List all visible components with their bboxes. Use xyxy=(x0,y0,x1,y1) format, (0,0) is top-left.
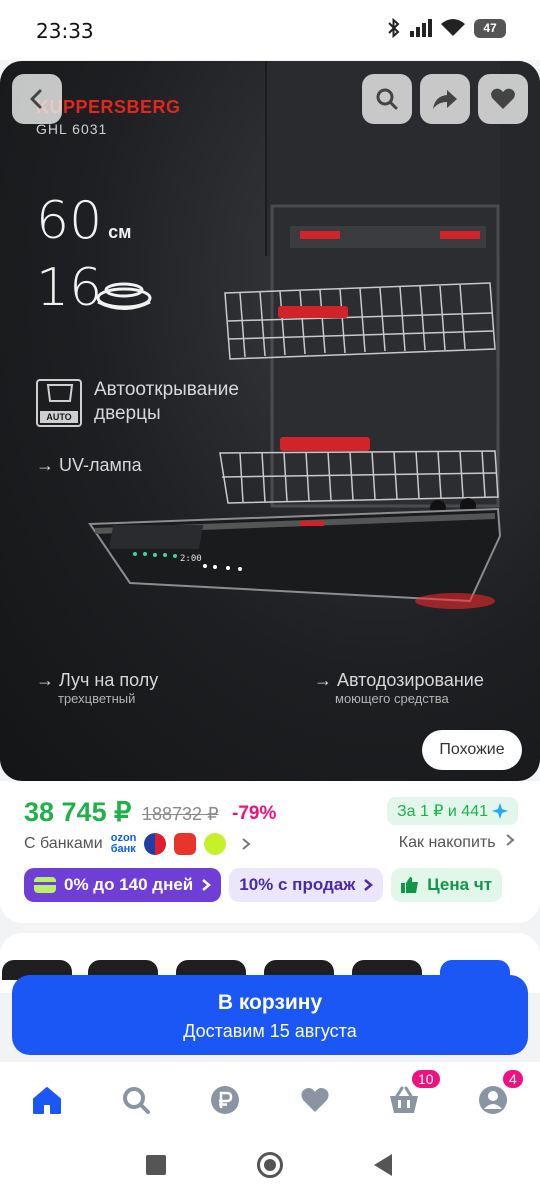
system-nav-bar xyxy=(0,1134,540,1200)
feature-auto-door-line1: Автооткрывание xyxy=(94,379,239,400)
svg-text:2:00: 2:00 xyxy=(180,554,202,564)
back-nav-icon[interactable] xyxy=(372,1153,394,1177)
product-image[interactable]: 2:00 KUPPERSBERG GHL 6031 60 см 16 AUTO … xyxy=(0,61,540,781)
product-screen: 23:33 47 2:00 KUPPERSBERG GHL 6031 60 см… xyxy=(0,0,540,1200)
tab-favorites[interactable] xyxy=(295,1080,335,1120)
ozon-bank-line2: банк xyxy=(110,843,136,855)
card-icon xyxy=(34,877,56,893)
home-nav-icon[interactable] xyxy=(256,1151,284,1179)
status-time: 23:33 xyxy=(36,19,94,43)
tab-profile[interactable]: 4 xyxy=(473,1068,525,1120)
offer-chips: 0% до 140 дней 10% с продаж Цена чт xyxy=(24,868,503,902)
spec-width-unit: см xyxy=(108,222,132,242)
chevron-right-icon xyxy=(506,834,515,846)
home-icon xyxy=(33,1087,61,1114)
feature-floor-beam: → Луч на полу xyxy=(36,670,159,690)
tab-cart[interactable]: 10 xyxy=(384,1068,442,1120)
status-bar: 23:33 47 xyxy=(0,0,540,60)
share-icon xyxy=(433,90,457,109)
ruble-icon xyxy=(211,1086,239,1114)
chevron-right-icon xyxy=(202,879,212,891)
feature-autodose-sub: моющего средства xyxy=(335,691,449,706)
signal-icon xyxy=(410,19,432,37)
discount-badge: -79% xyxy=(232,803,277,824)
auto-door-icon: AUTO xyxy=(36,379,82,427)
sales-cashback-chip[interactable]: 10% с продаж xyxy=(229,868,384,902)
banks-label: С банками xyxy=(24,835,103,852)
price-chip[interactable]: Цена чт xyxy=(391,868,503,902)
sparkle-icon xyxy=(492,803,508,819)
bottom-tab-bar: 10 4 xyxy=(0,1062,540,1134)
profile-icon xyxy=(479,1086,507,1114)
cart-button-subtitle: Доставим 15 августа xyxy=(183,1021,357,1041)
tab-finance[interactable] xyxy=(205,1080,245,1120)
old-price: 188732 ₽ xyxy=(142,804,219,824)
recents-icon[interactable] xyxy=(146,1155,166,1175)
chevron-right-icon xyxy=(364,879,374,891)
installment-chip-label: 0% до 140 дней xyxy=(64,875,194,894)
cart-icon xyxy=(390,1086,418,1113)
search-icon xyxy=(123,1087,150,1114)
battery-indicator: 47 xyxy=(474,18,506,38)
spec-sets-value: 16 xyxy=(36,258,103,318)
sovcombank-logo xyxy=(144,833,167,855)
feature-uv-lamp: → UV-лампа xyxy=(36,455,142,475)
mts-bank-logo xyxy=(204,833,227,855)
chevron-right-icon xyxy=(242,838,251,850)
share-button[interactable] xyxy=(420,74,470,124)
auto-label: AUTO xyxy=(40,411,78,423)
price-chip-label: Цена чт xyxy=(427,875,493,894)
points-badge[interactable]: За 1 ₽ и 441 xyxy=(386,797,518,825)
sales-cashback-chip-label: 10% с продаж xyxy=(239,875,356,894)
cart-badge: 10 xyxy=(410,1068,442,1090)
spec-width: 60 см xyxy=(36,191,132,251)
profile-badge: 4 xyxy=(501,1068,525,1090)
bluetooth-icon xyxy=(388,18,400,38)
tab-search[interactable] xyxy=(116,1080,156,1120)
installment-chip[interactable]: 0% до 140 дней xyxy=(24,868,222,902)
points-text: За 1 ₽ и 441 xyxy=(396,803,488,820)
similar-button[interactable]: Похожие xyxy=(422,730,522,770)
feature-autodose: → Автодозирование xyxy=(314,670,484,690)
banks-row[interactable]: С банками ozon банк xyxy=(24,833,252,855)
thumbs-up-icon xyxy=(401,877,419,893)
feature-floor-beam-sub: трехцветный xyxy=(58,691,136,706)
add-to-cart-button[interactable]: В корзину Доставим 15 августа xyxy=(12,975,528,1055)
back-icon xyxy=(30,89,42,109)
back-button[interactable] xyxy=(12,74,62,124)
alfabank-logo xyxy=(174,833,197,855)
cart-button-title: В корзину xyxy=(217,991,323,1014)
how-to-save-link[interactable]: Как накопить xyxy=(399,833,516,852)
search-button[interactable] xyxy=(362,74,412,124)
feature-auto-door-line2: дверцы xyxy=(94,403,161,424)
heart-icon xyxy=(301,1088,329,1112)
save-link-text: Как накопить xyxy=(398,834,496,851)
status-icons: 47 xyxy=(387,18,506,38)
spec-sets: 16 xyxy=(36,258,102,318)
wifi-icon xyxy=(441,19,465,36)
tab-home[interactable] xyxy=(27,1080,67,1120)
spec-width-value: 60 xyxy=(36,191,103,251)
current-price: 38 745 ₽ xyxy=(24,797,132,827)
heart-icon xyxy=(491,88,515,109)
ozon-bank-logo: ozon банк xyxy=(111,833,137,855)
favorite-button[interactable] xyxy=(478,74,528,124)
search-icon xyxy=(376,88,398,110)
price-section: 38 745 ₽ 188732 ₽ -79% За 1 ₽ и 441 С ба… xyxy=(0,781,540,923)
